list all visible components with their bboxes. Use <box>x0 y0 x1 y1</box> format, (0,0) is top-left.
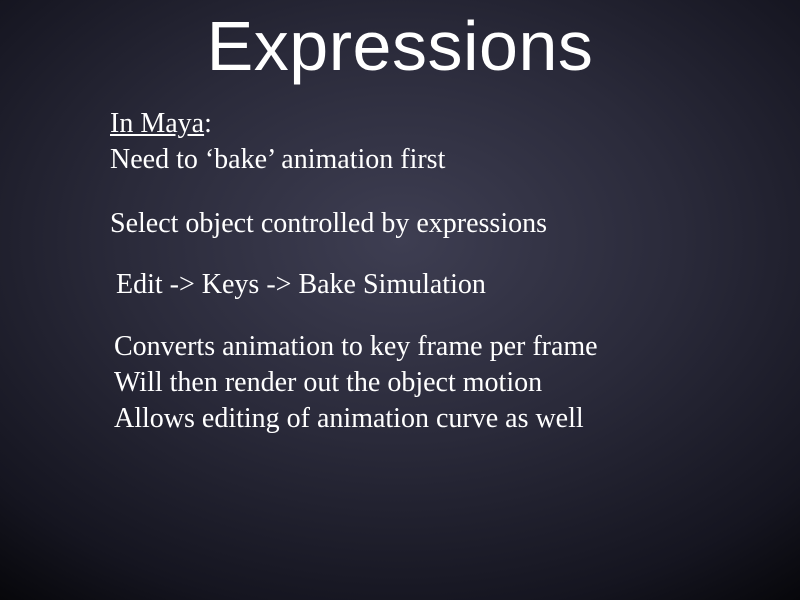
intro-line-2: Need to ‘bake’ animation first <box>110 142 740 178</box>
slide-body: In Maya: Need to ‘bake’ animation first … <box>0 106 800 437</box>
slide: Expressions In Maya: Need to ‘bake’ anim… <box>0 6 800 600</box>
results-line-2: Will then render out the object motion <box>114 365 740 401</box>
section-results: Converts animation to key frame per fram… <box>110 329 740 436</box>
section-intro: In Maya: Need to ‘bake’ animation first <box>110 106 740 178</box>
results-line-1: Converts animation to key frame per fram… <box>114 329 740 365</box>
section-select: Select object controlled by expressions <box>110 206 740 242</box>
select-line: Select object controlled by expressions <box>110 206 740 242</box>
intro-heading-underlined: In Maya <box>110 108 204 139</box>
results-line-3: Allows editing of animation curve as wel… <box>114 401 740 437</box>
intro-heading-rest: : <box>204 108 212 139</box>
intro-heading-line: In Maya: <box>110 106 740 142</box>
section-menu-path: Edit -> Keys -> Bake Simulation <box>110 267 740 303</box>
slide-title: Expressions <box>0 6 800 86</box>
menu-path-line: Edit -> Keys -> Bake Simulation <box>116 267 740 303</box>
